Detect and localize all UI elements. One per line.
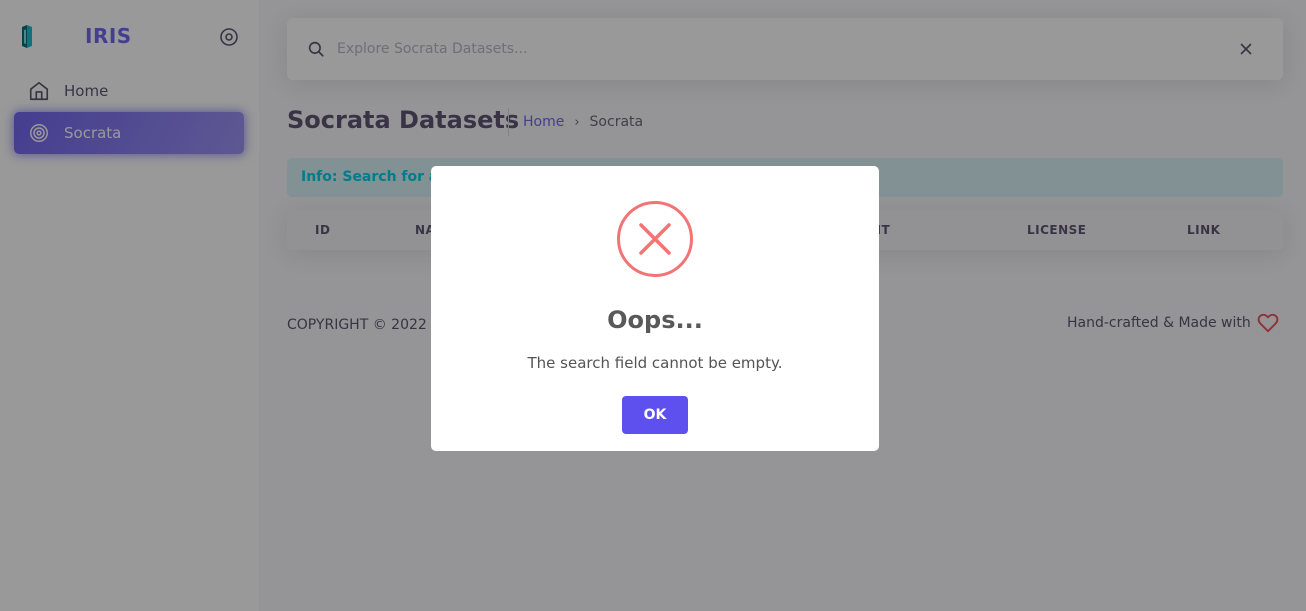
dialog-message: The search field cannot be empty.: [527, 354, 783, 372]
error-dialog: Oops... The search field cannot be empty…: [431, 166, 879, 451]
ok-button[interactable]: OK: [622, 396, 688, 434]
error-x-icon: [617, 201, 693, 277]
app-root: IRIS Home Socrata Explore Socrata Datase…: [0, 0, 1306, 611]
dialog-title: Oops...: [607, 306, 703, 334]
